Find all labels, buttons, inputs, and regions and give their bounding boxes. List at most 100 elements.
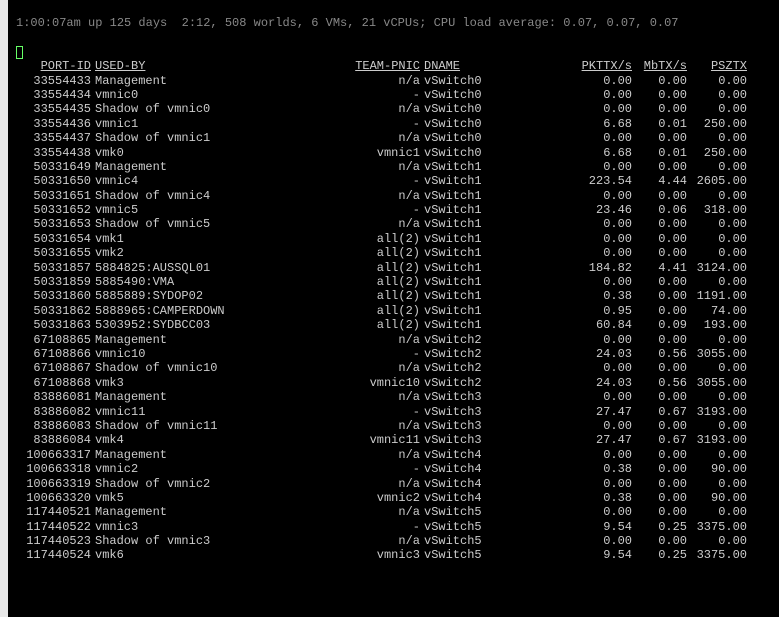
cell-mbtx: 0.56 bbox=[632, 376, 687, 390]
cell-pkt: 0.00 bbox=[572, 419, 632, 433]
cell-psztx: 0.00 bbox=[687, 505, 747, 519]
cell-used: vmk6 bbox=[95, 548, 345, 562]
cell-team: vmnic2 bbox=[345, 491, 424, 505]
cell-pkt: 24.03 bbox=[572, 347, 632, 361]
cell-mbtx: 0.00 bbox=[632, 390, 687, 404]
cell-dname: vSwitch1 bbox=[424, 261, 572, 275]
cell-mbtx: 0.00 bbox=[632, 88, 687, 102]
cell-port: 33554433 bbox=[16, 74, 95, 88]
terminal-output[interactable]: 1:00:07am up 125 days 2:12, 508 worlds, … bbox=[8, 0, 779, 617]
table-row: 503318635303952:SYDBCC03all(2)vSwitch160… bbox=[16, 318, 747, 332]
cell-psztx: 0.00 bbox=[687, 232, 747, 246]
cell-pkt: 0.00 bbox=[572, 131, 632, 145]
cell-port: 50331652 bbox=[16, 203, 95, 217]
cell-mbtx: 0.00 bbox=[632, 131, 687, 145]
cell-used: Management bbox=[95, 505, 345, 519]
cell-used: Management bbox=[95, 74, 345, 88]
hdr-team: TEAM-PNIC bbox=[345, 59, 424, 73]
cell-psztx: 250.00 bbox=[687, 146, 747, 160]
cell-mbtx: 0.00 bbox=[632, 232, 687, 246]
cell-used: vmnic2 bbox=[95, 462, 345, 476]
cell-team: - bbox=[345, 203, 424, 217]
hdr-pkt: PKTTX/s bbox=[572, 59, 632, 73]
table-row: 503318595885490:VMAall(2)vSwitch10.000.0… bbox=[16, 275, 747, 289]
cell-port: 100663317 bbox=[16, 448, 95, 462]
cell-psztx: 2605.00 bbox=[687, 174, 747, 188]
cell-mbtx: 4.41 bbox=[632, 261, 687, 275]
cell-mbtx: 0.00 bbox=[632, 74, 687, 88]
cell-dname: vSwitch4 bbox=[424, 448, 572, 462]
cell-mbtx: 0.00 bbox=[632, 477, 687, 491]
cell-mbtx: 0.00 bbox=[632, 217, 687, 231]
table-row: 100663320vmk5vmnic2vSwitch40.380.0090.00 bbox=[16, 491, 747, 505]
cell-pkt: 0.00 bbox=[572, 102, 632, 116]
cell-pkt: 0.00 bbox=[572, 189, 632, 203]
cell-team: n/a bbox=[345, 217, 424, 231]
cell-port: 50331655 bbox=[16, 246, 95, 260]
cell-mbtx: 0.00 bbox=[632, 246, 687, 260]
left-gutter bbox=[0, 0, 8, 605]
cell-used: 5888965:CAMPERDOWN bbox=[95, 304, 345, 318]
hdr-mbtx: MbTX/s bbox=[632, 59, 687, 73]
cell-psztx: 250.00 bbox=[687, 117, 747, 131]
hdr-dname: DNAME bbox=[424, 59, 572, 73]
table-row: 33554436vmnic1-vSwitch06.680.01250.00 bbox=[16, 117, 747, 131]
cell-used: 5884825:AUSSQL01 bbox=[95, 261, 345, 275]
table-row: 50331649Managementn/avSwitch10.000.000.0… bbox=[16, 160, 747, 174]
cell-used: Shadow of vmnic10 bbox=[95, 361, 345, 375]
table-row: 117440522vmnic3-vSwitch59.540.253375.00 bbox=[16, 520, 747, 534]
cell-team: vmnic10 bbox=[345, 376, 424, 390]
cell-mbtx: 0.67 bbox=[632, 405, 687, 419]
cell-pkt: 184.82 bbox=[572, 261, 632, 275]
table-row: 100663318vmnic2-vSwitch40.380.0090.00 bbox=[16, 462, 747, 476]
cell-used: vmnic3 bbox=[95, 520, 345, 534]
table-row: 100663317Managementn/avSwitch40.000.000.… bbox=[16, 448, 747, 462]
cell-psztx: 3124.00 bbox=[687, 261, 747, 275]
cell-team: n/a bbox=[345, 390, 424, 404]
cell-dname: vSwitch3 bbox=[424, 390, 572, 404]
cell-dname: vSwitch2 bbox=[424, 333, 572, 347]
cell-port: 50331862 bbox=[16, 304, 95, 318]
table-header-row: PORT-ID USED-BY TEAM-PNIC DNAME PKTTX/s … bbox=[16, 59, 747, 73]
cell-port: 33554435 bbox=[16, 102, 95, 116]
cell-psztx: 3193.00 bbox=[687, 405, 747, 419]
cell-pkt: 9.54 bbox=[572, 520, 632, 534]
cell-pkt: 0.00 bbox=[572, 534, 632, 548]
cell-used: vmnic10 bbox=[95, 347, 345, 361]
cell-mbtx: 0.25 bbox=[632, 548, 687, 562]
cell-team: n/a bbox=[345, 102, 424, 116]
cell-team: n/a bbox=[345, 131, 424, 145]
cell-used: Shadow of vmnic0 bbox=[95, 102, 345, 116]
cell-pkt: 27.47 bbox=[572, 405, 632, 419]
hdr-port: PORT-ID bbox=[16, 59, 95, 73]
cell-used: Shadow of vmnic3 bbox=[95, 534, 345, 548]
cell-mbtx: 4.44 bbox=[632, 174, 687, 188]
cell-pkt: 0.00 bbox=[572, 246, 632, 260]
cell-psztx: 0.00 bbox=[687, 534, 747, 548]
cell-psztx: 90.00 bbox=[687, 491, 747, 505]
cell-dname: vSwitch1 bbox=[424, 189, 572, 203]
table-row: 117440524vmk6vmnic3vSwitch59.540.253375.… bbox=[16, 548, 747, 562]
cell-team: all(2) bbox=[345, 275, 424, 289]
cell-mbtx: 0.00 bbox=[632, 102, 687, 116]
cell-psztx: 193.00 bbox=[687, 318, 747, 332]
cell-used: Management bbox=[95, 448, 345, 462]
cell-mbtx: 0.09 bbox=[632, 318, 687, 332]
cell-dname: vSwitch5 bbox=[424, 520, 572, 534]
cell-dname: vSwitch1 bbox=[424, 160, 572, 174]
cell-dname: vSwitch5 bbox=[424, 548, 572, 562]
cell-used: vmnic5 bbox=[95, 203, 345, 217]
cell-team: all(2) bbox=[345, 304, 424, 318]
cell-team: n/a bbox=[345, 189, 424, 203]
cell-psztx: 0.00 bbox=[687, 88, 747, 102]
cell-mbtx: 0.00 bbox=[632, 491, 687, 505]
cell-team: - bbox=[345, 88, 424, 102]
table-row: 67108867Shadow of vmnic10n/avSwitch20.00… bbox=[16, 361, 747, 375]
cell-mbtx: 0.00 bbox=[632, 333, 687, 347]
uptime-line: 1:00:07am up 125 days 2:12, 508 worlds, … bbox=[16, 16, 771, 30]
cell-port: 50331650 bbox=[16, 174, 95, 188]
cell-dname: vSwitch0 bbox=[424, 102, 572, 116]
cell-used: Shadow of vmnic1 bbox=[95, 131, 345, 145]
cell-port: 100663318 bbox=[16, 462, 95, 476]
cell-used: vmnic11 bbox=[95, 405, 345, 419]
